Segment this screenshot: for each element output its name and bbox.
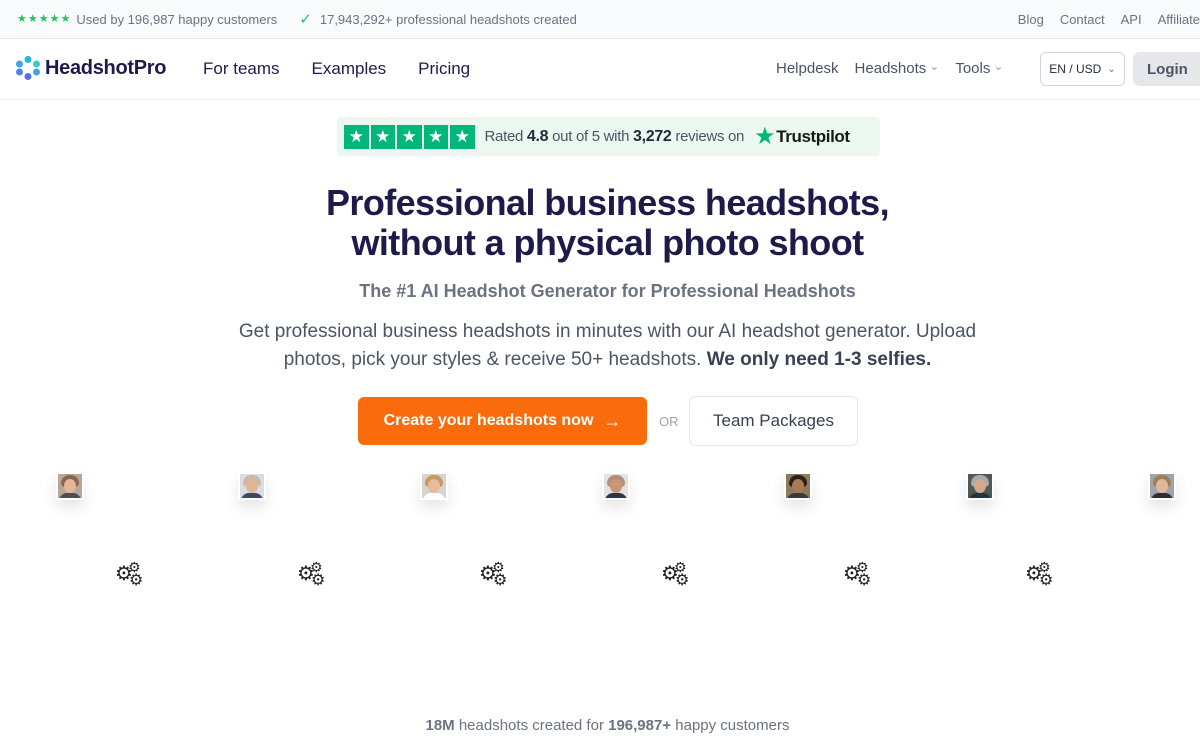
review-count: 3,272: [632, 127, 672, 145]
headshots-count-text: 17,943,292+ professional headshots creat…: [319, 11, 577, 27]
rating-value: 4.8: [526, 127, 549, 145]
login-button[interactable]: Login: [1133, 52, 1200, 86]
example-headshot-thumbnail[interactable]: [56, 472, 84, 500]
example-headshot-thumbnail[interactable]: [784, 472, 812, 500]
customers-count-text: Used by 196,987 happy customers: [76, 11, 278, 27]
brand-name: HeadshotPro: [45, 56, 167, 79]
nav-tools-dropdown[interactable]: Tools: [955, 60, 1003, 77]
hero-title: Professional business headshots, without…: [326, 182, 890, 263]
example-headshot-thumbnail[interactable]: [966, 472, 994, 500]
chevron-down-icon: ⌄: [1107, 63, 1116, 75]
team-packages-button[interactable]: Team Packages: [689, 396, 858, 446]
blog-link[interactable]: Blog: [1018, 12, 1044, 27]
loading-gears-icon: ⚙ ⚙ ⚙: [1025, 559, 1054, 589]
language-currency-value: EN / USD: [1049, 62, 1102, 76]
trustpilot-logo: ★ Trustpilot: [754, 122, 850, 150]
rating-stars-icon: ★ ★ ★ ★ ★: [17, 12, 71, 25]
loading-gears-icon: ⚙ ⚙ ⚙: [297, 559, 326, 589]
affiliate-link[interactable]: Affiliate: [1158, 12, 1200, 27]
language-currency-select[interactable]: EN / USD ⌄: [1040, 52, 1125, 86]
nav-pricing[interactable]: Pricing: [418, 59, 470, 79]
main-navigation: HeadshotPro For teams Examples Pricing H…: [0, 39, 1200, 100]
nav-for-teams[interactable]: For teams: [203, 59, 280, 79]
example-headshot-thumbnail[interactable]: [602, 472, 630, 500]
top-announcement-bar: ★ ★ ★ ★ ★ Used by 196,987 happy customers ✓ …: [0, 0, 1200, 39]
api-link[interactable]: API: [1121, 12, 1142, 27]
headshots-stat-line: 18M headshots created for 196,987+ happy…: [425, 717, 790, 734]
logo-icon: [16, 56, 40, 80]
example-headshot-thumbnail[interactable]: [420, 472, 448, 500]
nav-headshots-dropdown[interactable]: Headshots: [855, 60, 940, 77]
nav-examples[interactable]: Examples: [312, 59, 387, 79]
selfies-note: We only need 1-3 selfies.: [706, 349, 932, 370]
trustpilot-stars-icon: ★ ★ ★ ★ ★: [344, 124, 475, 149]
trustpilot-badge[interactable]: ★ ★ ★ ★ ★ Rated 4.8 out of 5 with 3,272 revi…: [337, 117, 880, 156]
loading-gears-icon: ⚙ ⚙ ⚙: [479, 559, 508, 589]
arrow-right-icon: →: [603, 410, 622, 431]
loading-gears-icon: ⚙ ⚙ ⚙: [843, 559, 872, 589]
example-headshot-thumbnail[interactable]: [1148, 472, 1176, 500]
example-headshot-thumbnail[interactable]: [238, 472, 266, 500]
nav-helpdesk[interactable]: Helpdesk: [776, 60, 839, 77]
loading-gears-icon: ⚙ ⚙ ⚙: [661, 559, 690, 589]
hero-subtitle: The #1 AI Headshot Generator for Profess…: [359, 281, 856, 301]
check-icon: ✓: [299, 11, 312, 28]
contact-link[interactable]: Contact: [1060, 12, 1105, 27]
trustpilot-rating-text: Rated 4.8 out of 5 with 3,272 reviews on: [484, 127, 745, 145]
create-headshots-button[interactable]: Create your headshots now →: [358, 397, 647, 445]
hero-description: Get professional business headshots in m…: [238, 321, 977, 370]
or-separator: OR: [659, 414, 679, 429]
trustpilot-star-icon: ★: [754, 122, 776, 150]
brand-logo[interactable]: HeadshotPro: [16, 56, 166, 80]
loading-gears-icon: ⚙ ⚙ ⚙: [115, 559, 144, 589]
